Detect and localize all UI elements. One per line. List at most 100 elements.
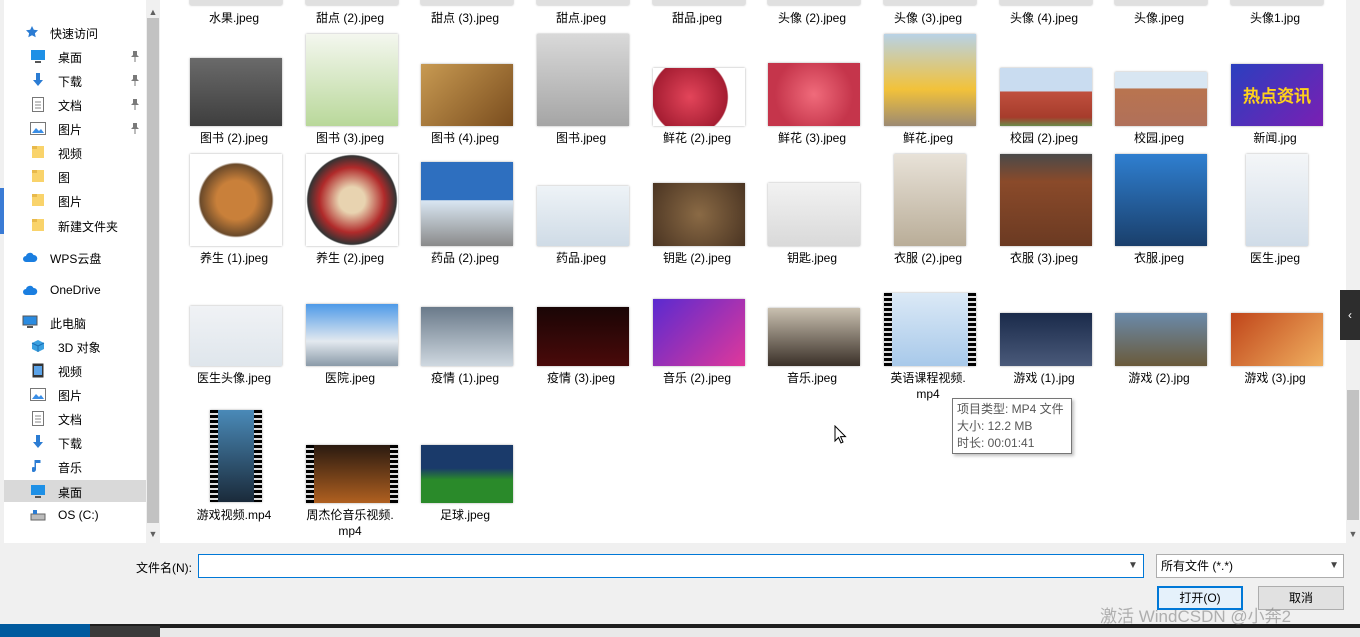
nav-item-label: 下载 <box>58 75 83 89</box>
file-name: 药品 (2).jpeg <box>430 251 500 265</box>
nav-item[interactable]: 音乐 <box>4 455 146 477</box>
nav-item[interactable]: 文档 <box>4 407 146 429</box>
nav-item[interactable]: 图片 <box>4 383 146 405</box>
nav-item-label: 图片 <box>58 389 83 403</box>
nav-item-label: 文档 <box>58 99 83 113</box>
thumbnail-caption: 热点资讯 <box>1243 87 1311 106</box>
nav-item[interactable]: 桌面 <box>4 45 146 67</box>
file-name: 新闻.jpg <box>1253 131 1297 145</box>
file-name: 钥匙 (2).jpeg <box>662 251 732 265</box>
file-thumbnail <box>421 445 513 503</box>
drive-icon <box>30 507 46 523</box>
folder-icon <box>30 192 46 208</box>
file-name: 头像.jpeg <box>1133 11 1185 25</box>
file-view: 水果.jpeg 甜点 (2).jpeg 甜点 (3).jpeg 甜点.jpeg 甜品.j… <box>160 0 1346 543</box>
taskbar-item[interactable] <box>90 626 160 637</box>
file-thumbnail <box>306 34 398 126</box>
file-thumbnail: 热点资讯 <box>1231 64 1323 126</box>
file-view-scrollbar[interactable]: ▼ <box>1346 0 1360 543</box>
nav-scroll-thumb[interactable] <box>147 18 159 523</box>
file-name: 头像 (2).jpeg <box>777 11 847 25</box>
mouse-cursor-icon <box>834 425 847 444</box>
file-name: 甜点 (3).jpeg <box>430 11 500 25</box>
document-icon <box>30 410 46 426</box>
nav-item[interactable]: 快速访问 <box>4 21 146 43</box>
nav-item-label: 视频 <box>58 147 83 161</box>
film-strip <box>390 445 398 503</box>
file-name: 甜品.jpeg <box>671 11 723 25</box>
file-thumbnail <box>537 307 629 366</box>
file-name: 鲜花 (3).jpeg <box>777 131 847 145</box>
file-thumbnail <box>894 154 966 246</box>
file-thumbnail <box>537 186 629 246</box>
nav-item[interactable]: 视频 <box>4 141 146 163</box>
nav-item[interactable]: 视频 <box>4 359 146 381</box>
nav-item[interactable]: 桌面 <box>4 480 146 502</box>
file-name: 疫情 (1).jpeg <box>430 371 500 385</box>
tooltip-size: 大小: 12.2 MB <box>957 419 1033 433</box>
file-name: 水果.jpeg <box>208 11 260 25</box>
file-name: 钥匙.jpeg <box>786 251 838 265</box>
desktop-icon <box>30 483 46 499</box>
file-thumbnail <box>190 154 282 246</box>
file-name: 甜点.jpeg <box>555 11 607 25</box>
folder-icon <box>30 168 46 184</box>
file-thumbnail <box>768 0 860 5</box>
nav-item[interactable]: 新建文件夹 <box>4 214 146 236</box>
nav-item[interactable]: 下载 <box>4 69 146 91</box>
file-thumbnail <box>421 0 513 5</box>
scroll-down-icon[interactable]: ▼ <box>1346 526 1360 542</box>
chevron-down-icon[interactable]: ▼ <box>1128 560 1138 571</box>
nav-item[interactable]: OneDrive <box>4 279 146 301</box>
file-thumbnail <box>421 162 513 246</box>
file-thumbnail <box>653 0 745 5</box>
nav-item-label: 文档 <box>58 413 83 427</box>
pictures-icon <box>30 120 46 136</box>
file-name: 图书.jpeg <box>555 131 607 145</box>
file-thumbnail <box>190 0 282 5</box>
file-name: 头像1.jpg <box>1249 11 1301 25</box>
film-strip <box>210 410 218 502</box>
nav-item[interactable]: 3D 对象 <box>4 335 146 357</box>
file-thumbnail <box>1115 154 1207 246</box>
pin-icon[interactable] <box>130 50 140 62</box>
pin-icon[interactable] <box>130 98 140 110</box>
file-thumbnail <box>537 34 629 126</box>
nav-item[interactable]: 图片 <box>4 117 146 139</box>
file-thumbnail <box>306 304 398 366</box>
file-scroll-thumb[interactable] <box>1347 390 1359 520</box>
nav-item[interactable]: 图片 <box>4 189 146 211</box>
filetype-select[interactable]: 所有文件 (*.*) ▼ <box>1156 554 1344 578</box>
file-name: 校园 (2).jpeg <box>1009 131 1079 145</box>
nav-item[interactable]: OS (C:) <box>4 504 146 526</box>
file-thumbnail <box>306 154 398 246</box>
scroll-down-icon[interactable]: ▼ <box>146 526 160 542</box>
file-thumbnail <box>1000 68 1092 126</box>
collapse-preview-tab[interactable]: ‹ <box>1340 290 1360 340</box>
file-name: 疫情 (3).jpeg <box>546 371 616 385</box>
file-name: 游戏视频.mp4 <box>196 508 272 522</box>
nav-item[interactable]: 此电脑 <box>4 311 146 333</box>
file-thumbnail <box>884 0 976 5</box>
file-name: 音乐.jpeg <box>786 371 838 385</box>
file-thumbnail <box>653 68 745 126</box>
pin-icon[interactable] <box>130 74 140 86</box>
file-thumbnail <box>537 0 629 5</box>
file-thumbnail <box>421 307 513 366</box>
nav-item-label: 图 <box>58 171 71 185</box>
nav-item[interactable]: WPS云盘 <box>4 246 146 268</box>
nav-scrollbar[interactable]: ▲ ▼ <box>146 0 160 543</box>
pin-icon[interactable] <box>130 122 140 134</box>
nav-item[interactable]: 下载 <box>4 431 146 453</box>
file-name: 药品.jpeg <box>555 251 607 265</box>
film-strip <box>968 293 976 366</box>
nav-item-label: 音乐 <box>58 461 83 475</box>
nav-item[interactable]: 文档 <box>4 93 146 115</box>
nav-item[interactable]: 图 <box>4 165 146 187</box>
nav-item-label: 桌面 <box>58 486 83 500</box>
star-icon <box>24 24 40 40</box>
filename-input[interactable] <box>198 554 1144 578</box>
file-name: 鲜花 (2).jpeg <box>662 131 732 145</box>
nav-item-label: 视频 <box>58 365 83 379</box>
start-button[interactable] <box>0 624 90 637</box>
